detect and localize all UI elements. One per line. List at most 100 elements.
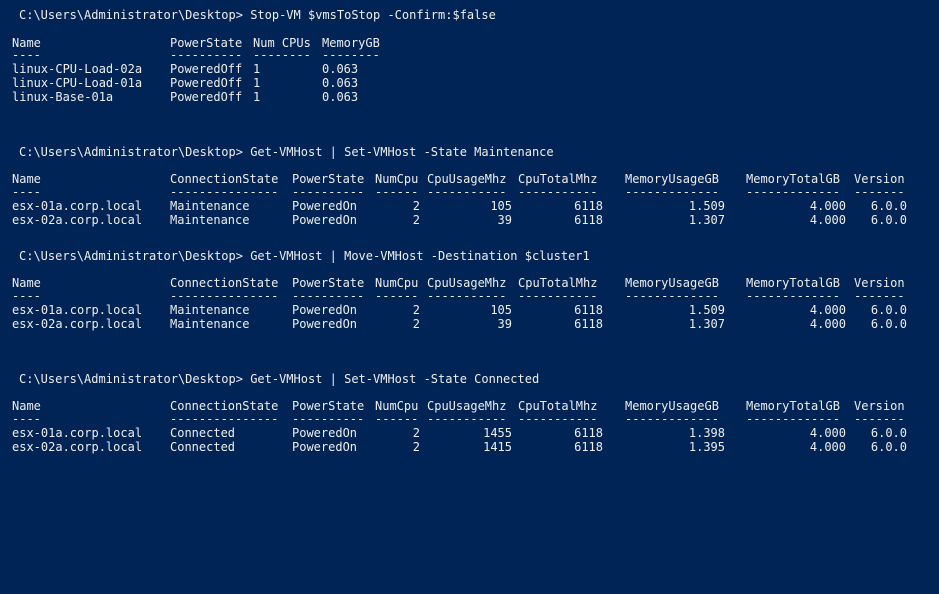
- separator: -------: [854, 185, 905, 199]
- host-version: 6.0.0: [870, 440, 907, 454]
- host-connectionstate: Connected: [170, 440, 236, 454]
- separator: -------------: [746, 412, 840, 426]
- separator: ----: [12, 185, 41, 199]
- header-version: Version: [854, 399, 905, 413]
- prompt-line-set-connected: C:\Users\Administrator\Desktop> Get-VMHo…: [19, 372, 540, 386]
- host-memoryusagegb: 1.509: [688, 199, 725, 213]
- host-memoryusagegb: 1.307: [688, 317, 725, 331]
- header-cpuusagemhz: CpuUsageMhz: [427, 399, 507, 413]
- host-cputotalmhz: 6118: [574, 213, 603, 227]
- vm-num-cpus: 1: [253, 76, 261, 90]
- header-memorytotalgb: MemoryTotalGB: [746, 399, 840, 413]
- separator: -------------: [625, 412, 719, 426]
- host-connectionstate: Connected: [170, 426, 236, 440]
- host-cputotalmhz: 6118: [574, 303, 603, 317]
- table-row: linux-CPU-Load-01a PoweredOff 1 0.063: [12, 76, 939, 90]
- separator: -------------: [746, 185, 840, 199]
- header-name: Name: [12, 172, 41, 186]
- separator: ---------------: [170, 412, 279, 426]
- table-header: Name ConnectionState PowerState NumCpu C…: [12, 172, 939, 186]
- separator: ---------------: [170, 289, 279, 303]
- host-cpuusagemhz: 105: [490, 303, 512, 317]
- table-header: Name ConnectionState PowerState NumCpu C…: [12, 399, 939, 413]
- host-memoryusagegb: 1.509: [688, 303, 725, 317]
- separator: -------: [854, 289, 905, 303]
- table-row: linux-Base-01a PoweredOff 1 0.063: [12, 90, 939, 104]
- host-memorytotalgb: 4.000: [809, 303, 846, 317]
- separator: ---------------: [170, 185, 279, 199]
- header-memoryusagegb: MemoryUsageGB: [625, 399, 719, 413]
- table-row: esx-02a.corp.local Connected PoweredOn 2…: [12, 440, 939, 454]
- separator: -----------: [427, 185, 507, 199]
- host-cpuusagemhz: 1415: [483, 440, 512, 454]
- vm-name: linux-CPU-Load-02a: [12, 62, 143, 76]
- host-name: esx-02a.corp.local: [12, 317, 143, 331]
- separator: --------: [253, 48, 311, 62]
- host-cputotalmhz: 6118: [574, 426, 603, 440]
- separator: ----------: [292, 412, 365, 426]
- header-version: Version: [854, 172, 905, 186]
- host-memorytotalgb: 4.000: [809, 199, 846, 213]
- host-connectionstate: Maintenance: [170, 303, 250, 317]
- separator: -----------: [427, 412, 507, 426]
- host-name: esx-02a.corp.local: [12, 440, 143, 454]
- table-row: linux-CPU-Load-02a PoweredOff 1 0.063: [12, 62, 939, 76]
- vm-powerstate: PoweredOff: [170, 76, 243, 90]
- host-powerstate: PoweredOn: [292, 213, 358, 227]
- separator: -------------: [625, 185, 719, 199]
- table-separator: ---- --------------- ---------- ------ -…: [12, 289, 939, 303]
- header-numcpu: NumCpu: [375, 172, 419, 186]
- host-name: esx-01a.corp.local: [12, 199, 143, 213]
- host-memoryusagegb: 1.395: [688, 440, 725, 454]
- header-memorytotalgb: MemoryTotalGB: [746, 276, 840, 290]
- host-cputotalmhz: 6118: [574, 199, 603, 213]
- host-version: 6.0.0: [870, 303, 907, 317]
- vm-powerstate: PoweredOff: [170, 62, 243, 76]
- header-memoryusagegb: MemoryUsageGB: [625, 172, 719, 186]
- separator: -----------: [518, 412, 598, 426]
- host-name: esx-01a.corp.local: [12, 426, 143, 440]
- header-cputotalmhz: CpuTotalMhz: [518, 276, 598, 290]
- header-cpuusagemhz: CpuUsageMhz: [427, 172, 507, 186]
- header-cpuusagemhz: CpuUsageMhz: [427, 276, 507, 290]
- host-version: 6.0.0: [870, 199, 907, 213]
- separator: ----------: [170, 48, 243, 62]
- separator: -------: [854, 412, 905, 426]
- prompt-line-move-vmhost: C:\Users\Administrator\Desktop> Get-VMHo…: [19, 249, 590, 263]
- host-cputotalmhz: 6118: [574, 440, 603, 454]
- separator: ----: [12, 289, 41, 303]
- host-numcpu: 2: [412, 440, 420, 454]
- host-connectionstate: Maintenance: [170, 199, 250, 213]
- vm-memorygb: 0.063: [322, 90, 359, 104]
- host-version: 6.0.0: [870, 426, 907, 440]
- header-memorytotalgb: MemoryTotalGB: [746, 172, 840, 186]
- vm-name: linux-Base-01a: [12, 90, 114, 104]
- vm-memorygb: 0.063: [322, 62, 359, 76]
- separator: ----------: [292, 289, 365, 303]
- host-version: 6.0.0: [870, 317, 907, 331]
- host-version: 6.0.0: [870, 213, 907, 227]
- header-numcpu: NumCpu: [375, 399, 419, 413]
- vm-name: linux-CPU-Load-01a: [12, 76, 143, 90]
- header-name: Name: [12, 399, 41, 413]
- host-powerstate: PoweredOn: [292, 426, 358, 440]
- host-memorytotalgb: 4.000: [809, 317, 846, 331]
- host-memorytotalgb: 4.000: [809, 426, 846, 440]
- header-cputotalmhz: CpuTotalMhz: [518, 399, 598, 413]
- host-numcpu: 2: [412, 426, 420, 440]
- table-header: Name ConnectionState PowerState NumCpu C…: [12, 276, 939, 290]
- host-cpuusagemhz: 105: [490, 199, 512, 213]
- vm-num-cpus: 1: [253, 90, 261, 104]
- host-numcpu: 2: [412, 317, 420, 331]
- separator: -----------: [518, 185, 598, 199]
- table-row: esx-01a.corp.local Maintenance PoweredOn…: [12, 199, 939, 213]
- table-separator: ---- --------------- ---------- ------ -…: [12, 185, 939, 199]
- table-separator: ---- --------------- ---------- ------ -…: [12, 412, 939, 426]
- header-powerstate: PowerState: [292, 172, 365, 186]
- table-separator: ---- ---------- -------- --------: [12, 48, 939, 62]
- vm-powerstate: PoweredOff: [170, 90, 243, 104]
- header-name: Name: [12, 276, 41, 290]
- host-cpuusagemhz: 39: [497, 317, 512, 331]
- host-connectionstate: Maintenance: [170, 317, 250, 331]
- powershell-console[interactable]: C:\Users\Administrator\Desktop> Stop-VM …: [0, 0, 939, 482]
